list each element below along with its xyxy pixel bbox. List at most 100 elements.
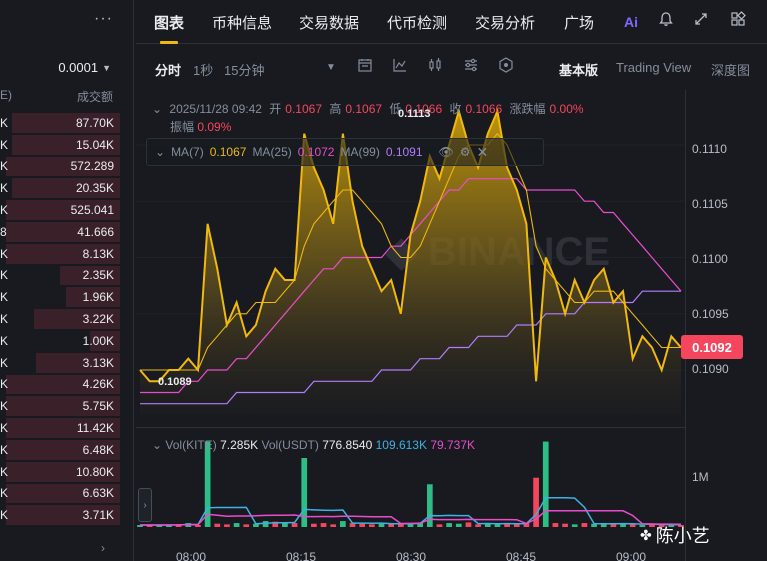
orderbook-panel: ··· 0.0001 ▼ E) 成交额 K 87.70K K 15.04K K 572.2… <box>0 0 134 561</box>
change-value: 0.00% <box>549 102 584 116</box>
time-tick: 08:45 <box>506 550 537 561</box>
bell-icon[interactable] <box>658 11 674 32</box>
volume-bar <box>369 524 375 527</box>
close-label: 收 <box>449 102 462 116</box>
row-left-value: K <box>0 159 9 174</box>
row-left-value: K <box>0 421 9 436</box>
tab-bar: 图表 币种信息 交易数据 代币检测 交易分析 广场 Ai <box>136 0 767 44</box>
caret-down-icon[interactable]: ⌄ <box>152 438 162 452</box>
volume-bar <box>581 523 588 527</box>
volume-bar <box>552 523 559 527</box>
orderbook-row[interactable]: K 20.35K <box>0 177 134 199</box>
vol-label: Vol(KITE) <box>165 438 217 452</box>
orderbook-row[interactable]: K 10.80K <box>0 461 134 483</box>
time-tick: 08:15 <box>286 550 317 561</box>
gear-icon[interactable]: ⚙ <box>460 145 471 159</box>
settings-sliders-icon[interactable] <box>463 57 479 77</box>
tab-trade-data[interactable]: 交易数据 <box>299 12 359 33</box>
ohlc-time: 2025/11/28 09:42 <box>169 102 262 116</box>
row-amount: 572.289 <box>70 159 114 174</box>
orderbook-row[interactable]: K 4.26K <box>0 374 134 396</box>
ma25-value: 0.1072 <box>297 145 335 159</box>
caret-down-icon: ▼ <box>102 62 111 73</box>
orderbook-row[interactable]: K 1.00K <box>0 330 134 352</box>
row-left-value: K <box>0 312 9 327</box>
ai-icon[interactable]: Ai <box>624 14 638 30</box>
interval-dropdown-icon[interactable]: ▼ <box>326 62 336 73</box>
candle-type-icon[interactable] <box>427 57 443 77</box>
view-depth[interactable]: 深度图 <box>711 60 750 79</box>
pane-divider <box>136 427 686 428</box>
orderbook-row[interactable]: 8 41.666 <box>0 221 134 243</box>
more-icon[interactable]: ··· <box>94 10 113 28</box>
expand-left-icon[interactable]: › <box>138 488 152 522</box>
interval-15m[interactable]: 15分钟 <box>224 60 264 79</box>
calendar-icon[interactable] <box>357 57 373 77</box>
orderbook-row[interactable]: K 3.22K <box>0 308 134 330</box>
tab-square[interactable]: 广场 <box>564 12 594 33</box>
row-amount: 1.96K <box>82 290 114 305</box>
eye-icon[interactable]: 👁 <box>439 145 454 159</box>
orderbook-row[interactable]: K 5.75K <box>0 395 134 417</box>
volume-bar <box>243 524 250 527</box>
open-label: 开 <box>269 102 282 116</box>
vol-ma-a: 109.613K <box>375 438 427 452</box>
orderbook-row[interactable]: K 3.71K <box>0 504 134 526</box>
caret-down-icon[interactable]: ⌄ <box>152 102 162 116</box>
volume-bar <box>600 524 607 527</box>
row-amount: 8.13K <box>82 246 114 261</box>
vol-ma-b: 79.737K <box>430 438 476 452</box>
view-basic[interactable]: 基本版 <box>559 60 598 79</box>
orderbook-row[interactable]: K 11.42K <box>0 417 134 439</box>
row-left-value: K <box>0 355 9 370</box>
time-tick: 09:00 <box>616 550 647 561</box>
caret-down-icon[interactable]: ⌄ <box>155 145 165 159</box>
orderbook-row[interactable]: K 6.63K <box>0 483 134 505</box>
chevron-right-icon[interactable]: › <box>101 541 105 555</box>
orderbook-row[interactable]: K 8.13K <box>0 243 134 265</box>
view-tradingview[interactable]: Trading View <box>616 60 691 75</box>
orderbook-row[interactable]: K 1.96K <box>0 286 134 308</box>
orderbook-col-left: E) <box>0 88 12 102</box>
row-left-value: K <box>0 137 9 152</box>
tab-trade-analysis[interactable]: 交易分析 <box>475 12 535 33</box>
orderbook-row[interactable]: K 6.48K <box>0 439 134 461</box>
precision-value: 0.0001 <box>58 60 99 75</box>
amplitude-value: 0.09% <box>197 120 232 134</box>
volume-bar <box>224 524 230 527</box>
row-left-value: K <box>0 377 9 392</box>
tab-chart[interactable]: 图表 <box>154 12 184 33</box>
row-amount: 11.42K <box>76 421 114 436</box>
row-amount: 525.041 <box>70 203 114 218</box>
ma25-label: MA(25) <box>252 145 292 159</box>
volume-bar <box>571 524 578 527</box>
row-left-value: K <box>0 464 9 479</box>
ma-legend: ⌄ MA(7) 0.1067 MA(25) 0.1072 MA(99) 0.1091 … <box>146 138 544 166</box>
row-left-value: K <box>0 246 9 261</box>
volume-bar <box>629 524 636 527</box>
interval-1s[interactable]: 1秒 <box>193 60 213 79</box>
row-amount: 15.04K <box>75 137 114 152</box>
drawing-tool-icon[interactable] <box>498 57 514 77</box>
close-icon[interactable]: ✕ <box>477 144 489 161</box>
volume-bars <box>137 441 684 527</box>
usdt-value: 776.8540 <box>322 438 373 452</box>
expand-icon[interactable] <box>693 11 709 32</box>
volume-bar <box>291 523 298 527</box>
indicator-icon[interactable] <box>392 57 408 77</box>
orderbook-row[interactable]: K 2.35K <box>0 265 134 287</box>
tab-coin-info[interactable]: 币种信息 <box>212 12 272 33</box>
interval-timeline[interactable]: 分时 <box>155 60 181 79</box>
tab-token-check[interactable]: 代币检测 <box>387 12 447 33</box>
orderbook-row[interactable]: K 525.041 <box>0 199 134 221</box>
vol-value: 7.285K <box>220 438 259 452</box>
volume-ma-pink <box>140 509 682 526</box>
orderbook-row[interactable]: K 87.70K <box>0 112 134 134</box>
precision-select[interactable]: 0.0001 ▼ <box>58 60 111 75</box>
orderbook-row[interactable]: K 572.289 <box>0 156 134 178</box>
orderbook-row[interactable]: K 3.13K <box>0 352 134 374</box>
orderbook-row[interactable]: K 15.04K <box>0 134 134 156</box>
layout-grid-icon[interactable] <box>730 11 746 32</box>
high-value: 0.1067 <box>345 102 383 116</box>
row-amount: 3.13K <box>82 355 114 370</box>
